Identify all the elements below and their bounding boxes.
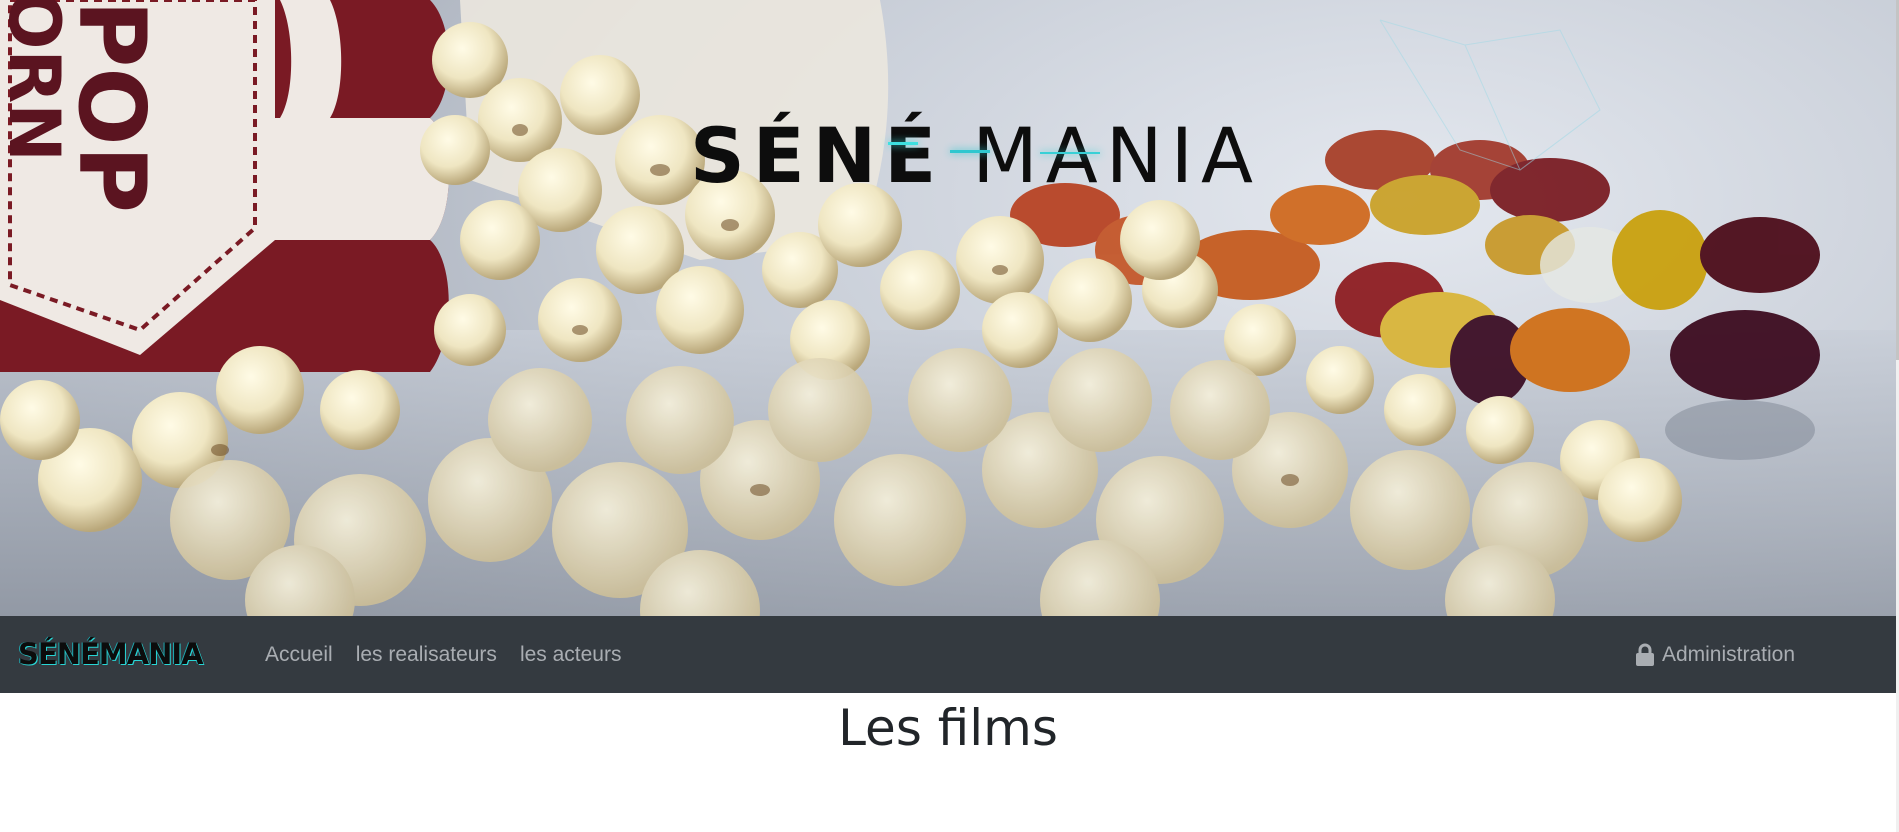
hero-banner: POP ORN SÉNÉ MANIA [0, 0, 1896, 616]
nav-link-accueil[interactable]: Accueil [265, 643, 333, 667]
admin-link[interactable]: Administration [1635, 616, 1795, 693]
navbar-brand[interactable]: SÉNÉMANIA [18, 638, 204, 670]
title-glint [888, 142, 918, 145]
admin-label: Administration [1661, 642, 1795, 666]
hero-title: SÉNÉ MANIA [690, 118, 1261, 194]
page-title: Les films [838, 699, 1058, 757]
lock-icon [1635, 643, 1654, 666]
nav-links: Accueil les realisateurs les acteurs [265, 616, 644, 693]
navbar: SÉNÉMANIA Accueil les realisateurs les a… [0, 616, 1896, 693]
svg-text:ORN: ORN [0, 0, 75, 162]
title-glint [950, 150, 990, 153]
hero-title-part2: MANIA [972, 111, 1262, 200]
hero-title-part1: SÉNÉ [690, 111, 945, 200]
title-glint [1040, 152, 1100, 154]
nav-link-realisateurs[interactable]: les realisateurs [356, 643, 497, 667]
nav-link-acteurs[interactable]: les acteurs [520, 643, 622, 667]
popcorn-photo: POP ORN [0, 0, 1896, 616]
